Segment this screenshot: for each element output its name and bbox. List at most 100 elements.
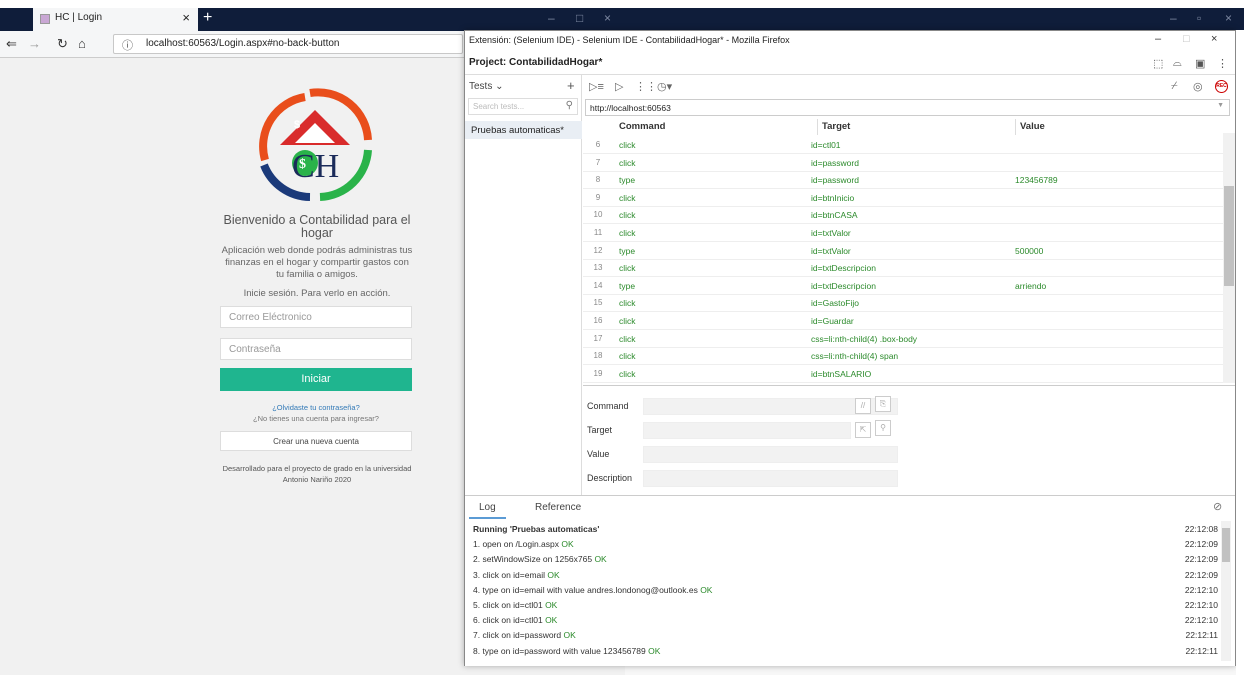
- comment-icon[interactable]: //: [855, 398, 871, 414]
- log-text: 1. open on /Login.aspx: [473, 539, 562, 550]
- editor-description-input[interactable]: [643, 470, 898, 487]
- row-target: id=password: [811, 157, 859, 168]
- forward-icon[interactable]: →: [28, 36, 41, 51]
- search-tests-input[interactable]: Search tests... ⚲: [468, 98, 578, 115]
- table-row[interactable]: 19 click id=btnSALARIO: [583, 365, 1223, 383]
- tab-reference[interactable]: Reference: [535, 502, 581, 513]
- pause-exceptions-icon[interactable]: ◎: [1193, 80, 1203, 93]
- create-account-button[interactable]: Crear una nueva cuenta: [220, 431, 412, 451]
- tab-bar: HC | Login × + – □ × – ▫ ×: [0, 8, 1244, 31]
- table-row[interactable]: 17 click css=li:nth-child(4) .box-body: [583, 330, 1223, 348]
- maximize-icon[interactable]: □: [576, 11, 583, 25]
- minimize-icon[interactable]: –: [548, 11, 555, 25]
- open-project-icon[interactable]: ⌓: [1173, 57, 1182, 70]
- table-row[interactable]: 13 click id=txtDescripcion: [583, 259, 1223, 278]
- record-icon[interactable]: REC: [1215, 80, 1228, 93]
- shield-icon: ⓘ: [122, 40, 133, 52]
- log-status: OK: [545, 615, 558, 626]
- log-text: 8. type on id=password with value 123456…: [473, 645, 649, 656]
- email-field[interactable]: Correo Eléctronico: [220, 306, 412, 328]
- log-time: 22:12:11: [1185, 645, 1218, 656]
- row-target: id=txtDescripcion: [811, 263, 876, 274]
- log-time: 22:12:09: [1184, 539, 1218, 550]
- row-command: click: [619, 157, 636, 168]
- save-project-icon[interactable]: ▣: [1195, 57, 1205, 70]
- table-row[interactable]: 10 click id=btnCASA: [583, 206, 1223, 225]
- table-row[interactable]: 8 type id=password 123456789: [583, 171, 1223, 190]
- log-entry: 3. click on id=email OK 22:12:09: [473, 570, 1218, 585]
- forgot-password-link[interactable]: ¿Olvidaste tu contraseña?: [220, 403, 412, 412]
- log-entry: 7. click on id=password OK 22:12:11: [473, 630, 1218, 645]
- tab-log[interactable]: Log: [469, 502, 506, 519]
- bg-restore-icon[interactable]: ▫: [1197, 11, 1201, 25]
- home-icon[interactable]: ⌂: [78, 36, 86, 51]
- log-entry: 1. open on /Login.aspx OK 22:12:09: [473, 539, 1218, 554]
- log-time: 22:12:09: [1184, 554, 1218, 565]
- url-bar[interactable]: ⓘ localhost:60563/Login.aspx#no-back-but…: [113, 34, 463, 54]
- command-table: Command Target Value 6 click id=ctl01 7 clic…: [583, 119, 1235, 383]
- editor-value-input[interactable]: [643, 446, 898, 463]
- table-row[interactable]: 15 click id=GastoFijo: [583, 294, 1223, 313]
- row-target: id=txtDescripcion: [811, 280, 876, 291]
- table-row[interactable]: 9 click id=btnInicio: [583, 189, 1223, 207]
- log-status: OK: [547, 569, 560, 580]
- step-icon[interactable]: ⋮⋮: [635, 80, 657, 93]
- project-title: Project: ContabilidadHogar*: [469, 57, 603, 68]
- row-number: 8: [595, 175, 601, 185]
- open-reference-icon[interactable]: ⎘: [875, 396, 891, 412]
- close-window-icon[interactable]: ×: [604, 11, 611, 25]
- back-icon[interactable]: ⇐: [6, 36, 17, 52]
- disable-breakpoints-icon[interactable]: ⌿: [1171, 80, 1178, 93]
- new-tab-icon[interactable]: +: [203, 9, 212, 27]
- row-number: 10: [593, 210, 603, 220]
- new-project-icon[interactable]: ⬚: [1153, 57, 1163, 70]
- run-test-icon[interactable]: ▷: [615, 80, 623, 93]
- table-row[interactable]: 7 click id=password: [583, 154, 1223, 172]
- table-row[interactable]: 16 click id=Guardar: [583, 312, 1223, 330]
- log-panel: Log Reference ⊘ Running 'Pruebas automat…: [465, 495, 1235, 666]
- table-row[interactable]: 6 click id=ctl01: [583, 136, 1223, 154]
- login-button[interactable]: Iniciar: [220, 368, 412, 391]
- row-command: click: [619, 298, 636, 309]
- editor-target-input[interactable]: [643, 422, 851, 439]
- run-all-icon[interactable]: ▷≡: [589, 80, 604, 93]
- row-number: 6: [595, 140, 601, 149]
- log-text: 6. click on id=ctl01: [473, 615, 546, 626]
- tests-dropdown[interactable]: Tests ⌄: [469, 81, 504, 92]
- sel-close-icon[interactable]: ×: [1211, 33, 1217, 45]
- bg-close-icon[interactable]: ×: [1225, 11, 1232, 25]
- sel-maximize-icon[interactable]: □: [1183, 33, 1190, 45]
- clear-log-icon[interactable]: ⊘: [1213, 500, 1222, 513]
- column-command[interactable]: Command: [619, 119, 665, 135]
- log-time: 22:12:10: [1184, 584, 1218, 595]
- ide-toolbar: ▷≡ ▷ ⋮⋮ ◷▾ ⌿ ◎ REC: [583, 75, 1235, 99]
- table-row[interactable]: 18 click css=li:nth-child(4) span: [583, 347, 1223, 366]
- base-url-select[interactable]: http://localhost:60563 ▼: [585, 99, 1230, 116]
- row-command: click: [619, 351, 636, 362]
- table-row[interactable]: 14 type id=txtDescripcion arriendo: [583, 277, 1223, 295]
- test-suite-item[interactable]: Pruebas automaticas*: [465, 121, 582, 139]
- add-test-icon[interactable]: +: [567, 78, 575, 93]
- column-value[interactable]: Value: [1015, 119, 1045, 135]
- table-row[interactable]: 12 type id=txtValor 500000: [583, 242, 1223, 260]
- find-target-icon[interactable]: ⚲: [875, 420, 891, 436]
- row-number: 7: [595, 157, 601, 167]
- reload-icon[interactable]: ↻: [57, 36, 68, 52]
- password-field[interactable]: Contraseña: [220, 338, 412, 360]
- browser-tab[interactable]: HC | Login ×: [33, 8, 198, 31]
- speed-icon[interactable]: ◷▾: [657, 80, 672, 93]
- more-options-icon[interactable]: ⋮: [1217, 57, 1228, 70]
- row-command: click: [619, 192, 636, 203]
- log-status: OK: [563, 630, 576, 641]
- bg-minimize-icon[interactable]: –: [1170, 11, 1177, 25]
- row-number: 14: [593, 280, 603, 290]
- column-target[interactable]: Target: [817, 119, 850, 135]
- table-scroll-thumb[interactable]: [1224, 186, 1234, 286]
- editor-command-label: Command: [587, 401, 629, 411]
- sel-minimize-icon[interactable]: –: [1155, 33, 1161, 45]
- log-text: 3. click on id=email: [473, 569, 548, 580]
- select-target-icon[interactable]: ⇱: [855, 422, 871, 438]
- log-scroll-thumb[interactable]: [1222, 528, 1230, 562]
- table-row[interactable]: 11 click id=txtValor: [583, 224, 1223, 242]
- close-tab-icon[interactable]: ×: [182, 10, 190, 25]
